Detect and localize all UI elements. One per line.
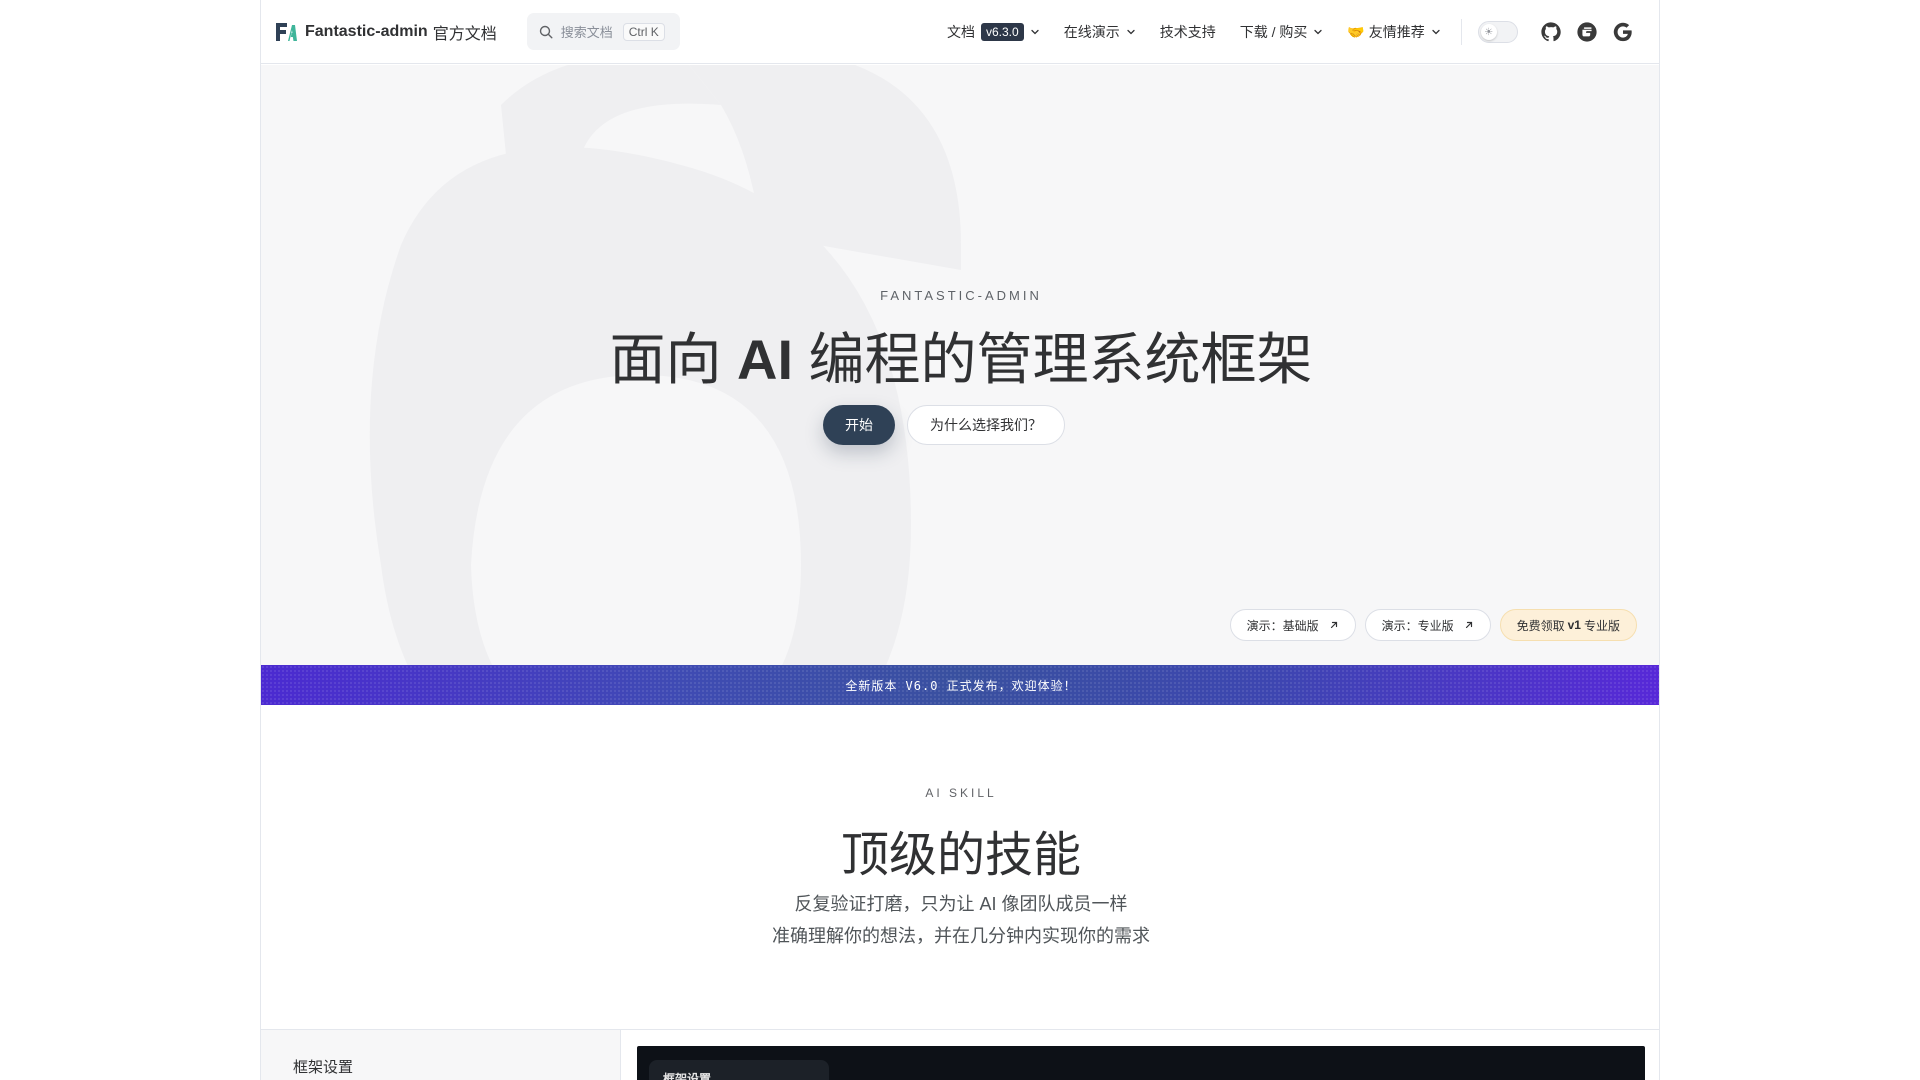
nav-docs[interactable]: 文档 v6.3.0 bbox=[947, 22, 1040, 42]
hero-title-suffix: 编程的管理系统框架 bbox=[793, 328, 1313, 391]
search-button[interactable]: 搜索文档 Ctrl K bbox=[526, 13, 680, 50]
free-pro-version: v1 bbox=[1567, 618, 1581, 632]
hero-title-prefix: 面向 bbox=[609, 328, 737, 391]
top-navbar: Fantastic-admin 官方文档 搜索文档 Ctrl K 文档 v6.3… bbox=[261, 0, 1659, 64]
skills-subtitle-line1: 反复验证打磨，只为让 AI 像团队成员一样 bbox=[794, 894, 1128, 914]
search-icon bbox=[539, 25, 553, 39]
release-banner-text: 全新版本 V6.0 正式发布，欢迎体验！ bbox=[845, 678, 1077, 693]
search-placeholder: 搜索文档 bbox=[560, 25, 613, 40]
nav-docs-label: 文档 bbox=[947, 24, 975, 40]
chevron-down-icon bbox=[1031, 29, 1039, 35]
preview-tab: 框架设置 bbox=[649, 1060, 829, 1080]
feature-preview: 框架设置 bbox=[637, 1046, 1645, 1080]
get-started-button[interactable]: 开始 bbox=[823, 405, 895, 445]
chevron-down-icon bbox=[1127, 29, 1135, 35]
main-nav: 文档 v6.3.0 在线演示 技术支持 下载 / 购买 🤝 友情推荐 ☀ bbox=[947, 0, 1648, 64]
feature-sidebar-item[interactable]: 框架设置 bbox=[293, 1056, 353, 1077]
free-pro-prefix: 免费领取 bbox=[1516, 618, 1565, 633]
github-icon[interactable] bbox=[1540, 21, 1562, 43]
release-banner[interactable]: 全新版本 V6.0 正式发布，欢迎体验！ bbox=[261, 665, 1659, 705]
nav-online-demo[interactable]: 在线演示 bbox=[1064, 22, 1136, 42]
nav-friend-links-label: 🤝 友情推荐 bbox=[1347, 24, 1425, 40]
nav-download-buy[interactable]: 下载 / 购买 bbox=[1240, 22, 1324, 42]
demo-basic-link[interactable]: 演示：基础版 bbox=[1229, 609, 1356, 641]
nav-tech-support[interactable]: 技术支持 bbox=[1160, 22, 1216, 42]
version-badge: v6.3.0 bbox=[981, 23, 1024, 41]
free-pro-suffix: 专业版 bbox=[1583, 618, 1620, 633]
nav-online-demo-label: 在线演示 bbox=[1063, 24, 1120, 40]
free-pro-v1-link[interactable]: 免费领取 v1 专业版 bbox=[1499, 609, 1637, 641]
demo-links: 演示：基础版 演示：专业版 免费领取 v1 专业版 bbox=[1229, 609, 1637, 641]
skills-eyebrow: AI SKILL bbox=[925, 786, 997, 800]
brand-suffix: 官方文档 bbox=[432, 25, 497, 43]
skills-subtitle-line2: 准确理解你的想法，并在几分钟内实现你的需求 bbox=[772, 926, 1150, 946]
hero-actions: 开始 为什么选择我们？ bbox=[261, 405, 1659, 445]
nav-download-buy-label: 下载 / 购买 bbox=[1239, 24, 1308, 40]
brand-name: Fantastic-admin bbox=[305, 22, 428, 40]
demo-pro-link[interactable]: 演示：专业版 bbox=[1364, 609, 1491, 641]
nav-divider bbox=[1460, 19, 1462, 45]
brand[interactable]: Fantastic-admin 官方文档 bbox=[275, 20, 497, 44]
search-shortcut-badge: Ctrl K bbox=[622, 22, 665, 41]
demo-pro-label: 演示：专业版 bbox=[1381, 618, 1454, 633]
page-frame: Fantastic-admin 官方文档 搜索文档 Ctrl K 文档 v6.3… bbox=[260, 0, 1660, 1080]
sun-icon: ☀ bbox=[1480, 24, 1497, 40]
demo-basic-label: 演示：基础版 bbox=[1246, 618, 1319, 633]
fantastic-admin-logo-icon bbox=[276, 22, 297, 41]
hero-title-bold: AI bbox=[737, 328, 793, 391]
nav-friend-links[interactable]: 🤝 友情推荐 bbox=[1347, 22, 1440, 42]
chevron-down-icon bbox=[1432, 29, 1440, 35]
external-link-icon bbox=[1330, 621, 1337, 629]
skills-title: 顶级的技能 bbox=[840, 829, 1081, 882]
gitee-icon[interactable] bbox=[1576, 21, 1598, 43]
chevron-down-icon bbox=[1314, 29, 1323, 35]
feature-showcase: 框架设置 框架设置 bbox=[261, 1029, 1659, 1080]
external-link-icon bbox=[1465, 621, 1472, 629]
hero-section: FANTASTIC-ADMIN 面向 AI 编程的管理系统框架 开始 为什么选择… bbox=[261, 65, 1659, 665]
nav-tech-support-label: 技术支持 bbox=[1159, 24, 1216, 40]
theme-toggle[interactable]: ☀ bbox=[1477, 21, 1518, 43]
hero-title: 面向 AI 编程的管理系统框架 bbox=[261, 315, 1659, 396]
google-icon[interactable] bbox=[1612, 21, 1634, 43]
feature-sidebar: 框架设置 bbox=[261, 1030, 621, 1080]
why-choose-us-button[interactable]: 为什么选择我们？ bbox=[907, 405, 1065, 445]
hero-eyebrow: FANTASTIC-ADMIN bbox=[880, 288, 1042, 303]
